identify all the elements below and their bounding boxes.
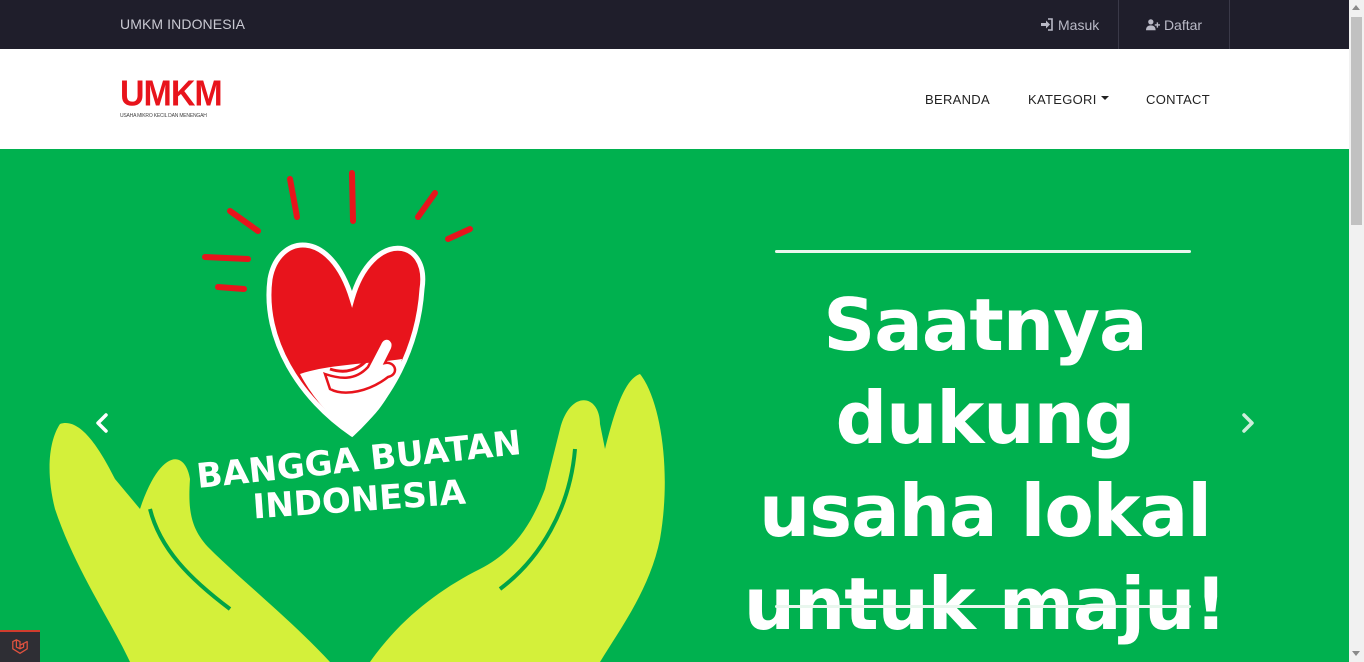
page-scrollbar[interactable]: [1349, 0, 1364, 662]
login-link[interactable]: Masuk: [1040, 0, 1099, 49]
hero-illustration: BANGGA BUATAN INDONESIA: [49, 170, 665, 662]
debugbar-toggle[interactable]: [0, 630, 40, 662]
hero-headline: Saatnya dukung usaha lokal untuk maju!: [690, 279, 1280, 651]
login-label: Masuk: [1058, 16, 1100, 33]
scroll-thumb[interactable]: [1351, 17, 1362, 225]
chevron-left-icon: [96, 413, 108, 433]
headline-line-1: Saatnya dukung: [823, 283, 1147, 460]
scroll-down-arrow-icon[interactable]: [1352, 651, 1360, 656]
nav-beranda[interactable]: BERANDA: [925, 49, 990, 149]
caret-down-icon: [1100, 96, 1109, 100]
carousel-prev-button[interactable]: [92, 411, 112, 435]
site-logo[interactable]: UMKM USAHA MIKRO KECIL DAN MENENGAH: [120, 74, 223, 123]
badge-text: BANGGA BUATAN INDONESIA: [195, 423, 524, 527]
main-navbar: UMKM USAHA MIKRO KECIL DAN MENENGAH BERA…: [0, 49, 1349, 149]
top-bar: UMKM INDONESIA Masuk Daftar: [0, 0, 1349, 49]
laravel-icon: [12, 639, 28, 654]
hero-carousel: BANGGA BUATAN INDONESIA Saatnya dukung u…: [0, 149, 1349, 662]
scroll-up-arrow-icon[interactable]: [1352, 5, 1360, 10]
nav-contact[interactable]: CONTACT: [1146, 49, 1210, 149]
carousel-next-button[interactable]: [1238, 411, 1258, 435]
site-brand-text: UMKM INDONESIA: [120, 16, 246, 32]
nav-kategori-dropdown[interactable]: KATEGORI: [1028, 49, 1109, 149]
sign-in-icon: [1041, 18, 1053, 31]
headline-line-2: usaha lokal: [759, 469, 1212, 553]
headline-rule-bottom: [775, 605, 1191, 608]
user-plus-icon: [1145, 19, 1160, 31]
headline-rule-top: [775, 250, 1191, 253]
chevron-right-icon: [1242, 413, 1254, 433]
logo-wordmark: UMKM: [120, 74, 223, 114]
register-label: Daftar: [1163, 16, 1203, 33]
heart-graphic: [266, 242, 426, 438]
nav-kategori-label: KATEGORI: [1028, 91, 1097, 107]
register-link[interactable]: Daftar: [1118, 0, 1230, 49]
